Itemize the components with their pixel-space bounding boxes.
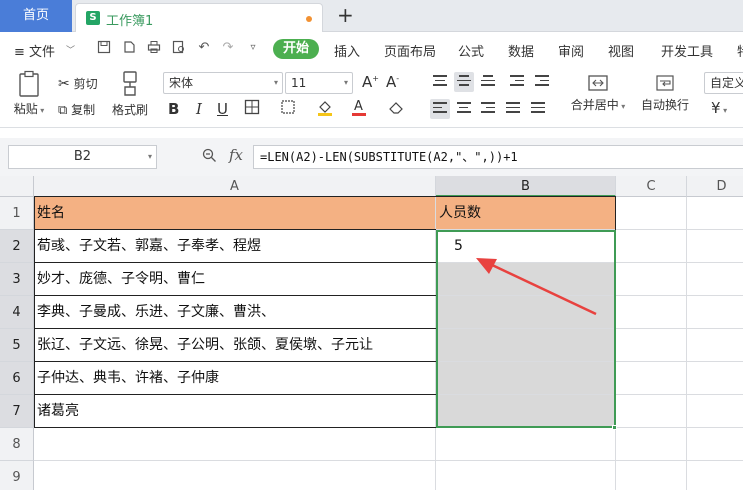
annotation-arrow <box>476 258 597 316</box>
